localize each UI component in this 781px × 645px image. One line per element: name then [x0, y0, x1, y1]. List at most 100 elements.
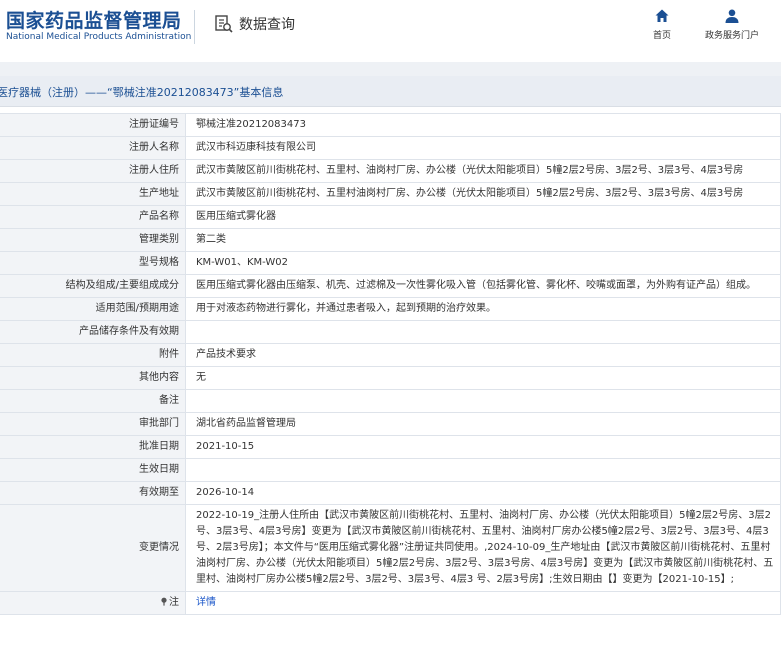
field-value: KM-W01、KM-W02	[185, 251, 781, 275]
field-value-text: 2022-10-19_注册人住所由【武汉市黄陂区前川街桃花村、五里村、油岗村厂房…	[196, 510, 774, 585]
pin-icon	[160, 597, 169, 608]
field-label: 注册人名称	[0, 136, 186, 160]
field-label-text: 有效期至	[139, 487, 179, 498]
field-label-text: 其他内容	[139, 372, 179, 383]
field-label: 备注	[0, 389, 186, 413]
field-label: 其他内容	[0, 366, 186, 390]
user-icon	[725, 9, 739, 23]
field-label-text: 结构及组成/主要组成成分	[65, 280, 179, 291]
site-logo-subtitle: National Medical Products Administration	[6, 32, 192, 42]
field-label: 型号规格	[0, 251, 186, 275]
info-row: 附件 产品技术要求	[0, 343, 781, 367]
field-value-text: 产品技术要求	[196, 349, 256, 360]
field-value: 武汉市黄陂区前川街桃花村、五里村、油岗村厂房、办公楼（光伏太阳能项目）5幢2层2…	[185, 159, 781, 183]
field-label-text: 批准日期	[139, 441, 179, 452]
field-value-text: KM-W01、KM-W02	[196, 257, 289, 268]
field-value: 医用压缩式雾化器由压缩泵、机壳、过滤棉及一次性雾化吸入管（包括雾化管、雾化杯、咬…	[185, 274, 781, 298]
field-value: 武汉市黄陂区前川街桃花村、五里村油岗村厂房、办公楼（光伏太阳能项目）5幢2层2号…	[185, 182, 781, 206]
field-label: 生效日期	[0, 458, 186, 482]
info-row: 生产地址 武汉市黄陂区前川街桃花村、五里村油岗村厂房、办公楼（光伏太阳能项目）5幢…	[0, 182, 781, 206]
home-icon	[655, 9, 669, 22]
field-label-text: 产品名称	[139, 211, 179, 222]
info-row: 结构及组成/主要组成成分 医用压缩式雾化器由压缩泵、机壳、过滤棉及一次性雾化吸入管…	[0, 274, 781, 298]
field-value-text: 武汉市黄陂区前川街桃花村、五里村、油岗村厂房、办公楼（光伏太阳能项目）5幢2层2…	[196, 165, 744, 176]
field-label-text: 注册证编号	[129, 119, 179, 130]
field-label-text: 生效日期	[139, 464, 179, 475]
record-title: 医疗器械（注册）——“鄂械注准20212083473”基本信息	[0, 86, 284, 99]
field-value: 湖北省药品监督管理局	[185, 412, 781, 436]
info-row: 注册人住所 武汉市黄陂区前川街桃花村、五里村、油岗村厂房、办公楼（光伏太阳能项目）…	[0, 159, 781, 183]
info-row: 管理类别 第二类	[0, 228, 781, 252]
field-label-text: 注册人住所	[129, 165, 179, 176]
field-value: 用于对液态药物进行雾化，并通过患者吸入，起到预期的治疗效果。	[185, 297, 781, 321]
field-value	[185, 458, 781, 482]
field-value-text: 医用压缩式雾化器	[196, 211, 276, 222]
record-title-bar: 医疗器械（注册）——“鄂械注准20212083473”基本信息	[0, 76, 781, 107]
field-label-text: 变更情况	[139, 542, 179, 553]
data-query-link[interactable]: 数据查询	[214, 13, 295, 35]
field-value: 武汉市科迈康科技有限公司	[185, 136, 781, 160]
field-label: 结构及组成/主要组成成分	[0, 274, 186, 298]
field-value: 医用压缩式雾化器	[185, 205, 781, 229]
field-label: 产品储存条件及有效期	[0, 320, 186, 344]
field-label-text: 备注	[159, 395, 179, 406]
field-value-text: 医用压缩式雾化器由压缩泵、机壳、过滤棉及一次性雾化吸入管（包括雾化管、雾化杯、咬…	[196, 280, 756, 291]
details-link[interactable]: 详情	[196, 597, 216, 608]
nav-home[interactable]: 首页	[627, 8, 697, 41]
site-logo-title[interactable]: 国家药品监督管理局	[6, 6, 182, 33]
info-row: 产品储存条件及有效期	[0, 320, 781, 344]
field-value: 详情	[185, 591, 781, 615]
field-label: 变更情况	[0, 504, 186, 592]
field-value: 第二类	[185, 228, 781, 252]
field-label-text: 注册人名称	[129, 142, 179, 153]
field-label: 管理类别	[0, 228, 186, 252]
info-row: 审批部门 湖北省药品监督管理局	[0, 412, 781, 436]
field-label: 注册证编号	[0, 113, 186, 137]
field-value-text: 湖北省药品监督管理局	[196, 418, 296, 429]
field-value-text: 第二类	[196, 234, 226, 245]
data-query-label: 数据查询	[239, 17, 295, 33]
field-label-text: 生产地址	[139, 188, 179, 199]
info-row: 生效日期	[0, 458, 781, 482]
header-band	[0, 62, 781, 76]
nav-service-portal[interactable]: 政务服务门户	[697, 8, 767, 41]
field-value-text: 2021-10-15	[196, 441, 255, 452]
data-query-icon	[215, 15, 233, 33]
field-label-text: 附件	[159, 349, 179, 360]
field-label: 产品名称	[0, 205, 186, 229]
field-label: 适用范围/预期用途	[0, 297, 186, 321]
info-row: 有效期至 2026-10-14	[0, 481, 781, 505]
field-value	[185, 389, 781, 413]
field-value: 产品技术要求	[185, 343, 781, 367]
info-row: 备注	[0, 389, 781, 413]
field-label: 注	[0, 591, 186, 615]
site-header: 国家药品监督管理局 National Medical Products Admi…	[0, 0, 781, 62]
info-row: 注册人名称 武汉市科迈康科技有限公司	[0, 136, 781, 160]
field-label-text: 审批部门	[139, 418, 179, 429]
nav-home-label: 首页	[652, 31, 671, 41]
record-detail-table: 注册证编号 鄂械注准20212083473 注册人名称 武汉市科迈康科技有限公司 注册人…	[0, 113, 781, 615]
field-value-text: 武汉市黄陂区前川街桃花村、五里村油岗村厂房、办公楼（光伏太阳能项目）5幢2层2号…	[196, 188, 744, 199]
field-value-text: 武汉市科迈康科技有限公司	[196, 142, 316, 153]
field-value: 2021-10-15	[185, 435, 781, 459]
info-row: 注 详情	[0, 591, 781, 615]
nav-service-portal-label: 政务服务门户	[704, 31, 759, 41]
field-label: 生产地址	[0, 182, 186, 206]
field-value: 无	[185, 366, 781, 390]
field-label-text: 适用范围/预期用途	[95, 303, 179, 314]
field-label: 有效期至	[0, 481, 186, 505]
field-label: 审批部门	[0, 412, 186, 436]
field-value: 2026-10-14	[185, 481, 781, 505]
field-label: 批准日期	[0, 435, 186, 459]
field-value-text: 鄂械注准20212083473	[196, 119, 306, 130]
field-label: 附件	[0, 343, 186, 367]
info-row: 变更情况 2022-10-19_注册人住所由【武汉市黄陂区前川街桃花村、五里村、油…	[0, 504, 781, 592]
header-divider	[194, 10, 195, 44]
field-value: 鄂械注准20212083473	[185, 113, 781, 137]
info-row: 批准日期 2021-10-15	[0, 435, 781, 459]
field-value	[185, 320, 781, 344]
field-value-text: 用于对液态药物进行雾化，并通过患者吸入，起到预期的治疗效果。	[196, 303, 496, 314]
field-value-text: 无	[196, 372, 206, 383]
field-label-text: 型号规格	[139, 257, 179, 268]
field-label-text: 注	[169, 597, 179, 608]
